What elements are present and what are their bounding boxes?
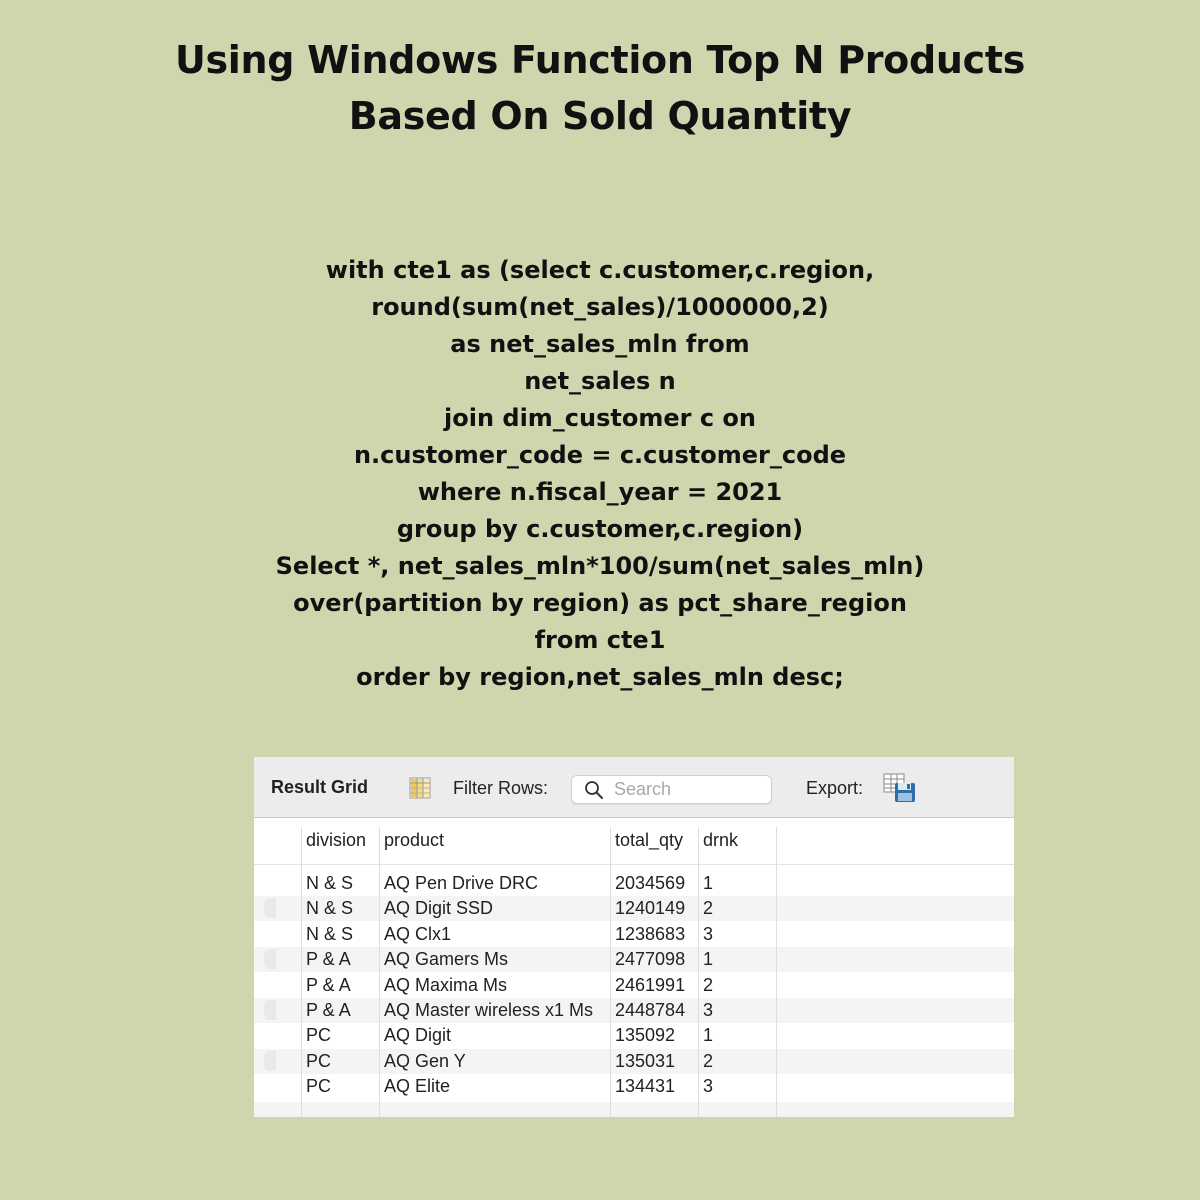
result-grid-toolbar: Result Grid Filter Rows: Search Export: (254, 757, 1014, 818)
sql-line: where n.fiscal_year = 2021 (417, 478, 783, 506)
cell-product[interactable]: AQ Pen Drive DRC (384, 873, 538, 894)
column-divider (776, 827, 777, 1117)
cell-product[interactable]: AQ Digit (384, 1025, 451, 1046)
cell-product[interactable]: AQ Master wireless x1 Ms (384, 1000, 593, 1021)
cell-division[interactable]: PC (306, 1025, 331, 1046)
cell-division[interactable]: N & S (306, 898, 353, 919)
cell-division[interactable]: PC (306, 1051, 331, 1072)
title-line-1: Using Windows Function Top N Products (174, 38, 1026, 82)
cell-product[interactable]: AQ Gen Y (384, 1051, 466, 1072)
cell-product[interactable]: AQ Gamers Ms (384, 949, 508, 970)
grid-columns-icon[interactable] (409, 777, 431, 799)
cell-product[interactable]: AQ Elite (384, 1076, 450, 1097)
column-divider (301, 827, 302, 1117)
column-header-division[interactable]: division (306, 830, 366, 851)
page-title: Using Windows Function Top N Products Ba… (0, 32, 1200, 144)
sql-line: group by c.customer,c.region) (396, 515, 804, 543)
search-icon (584, 780, 604, 800)
cell-drnk[interactable]: 2 (703, 898, 713, 919)
cell-product[interactable]: AQ Maxima Ms (384, 975, 507, 996)
cell-drnk[interactable]: 1 (703, 949, 713, 970)
cell-drnk[interactable]: 1 (703, 1025, 713, 1046)
cell-total-qty[interactable]: 135092 (615, 1025, 675, 1046)
cell-drnk[interactable]: 1 (703, 873, 713, 894)
cell-total-qty[interactable]: 2477098 (615, 949, 685, 970)
cell-division[interactable]: N & S (306, 873, 353, 894)
cell-drnk[interactable]: 3 (703, 1076, 713, 1097)
row-selector-handle[interactable] (264, 1050, 276, 1071)
table-row[interactable]: P & A AQ Maxima Ms 2461991 2 (254, 973, 1014, 998)
filter-rows-label: Filter Rows: (453, 778, 549, 798)
title-line-2: Based On Sold Quantity (348, 94, 852, 138)
sql-line: as net_sales_mln from (450, 330, 750, 358)
sql-line: round(sum(net_sales)/1000000,2) (371, 293, 829, 321)
sql-line: Select *, net_sales_mln*100/sum(net_sale… (275, 552, 925, 580)
column-divider (610, 827, 611, 1117)
export-save-icon[interactable] (883, 773, 917, 803)
table-row[interactable]: N & S AQ Digit SSD 1240149 2 (254, 896, 1014, 922)
search-input[interactable] (614, 779, 764, 799)
column-divider (698, 827, 699, 1117)
table-row[interactable]: P & A AQ Gamers Ms 2477098 1 (254, 947, 1014, 973)
sql-line: net_sales n (524, 367, 676, 395)
table-row[interactable]: PC AQ Elite 134431 3 (254, 1074, 1014, 1099)
cell-drnk[interactable]: 3 (703, 924, 713, 945)
table-row[interactable]: P & A AQ Master wireless x1 Ms 2448784 3 (254, 998, 1014, 1023)
cell-total-qty[interactable]: 134431 (615, 1076, 675, 1097)
column-divider (379, 827, 380, 1117)
sql-line: from cte1 (534, 626, 666, 654)
table-row[interactable]: N & S AQ Pen Drive DRC 2034569 1 (254, 871, 1014, 896)
cell-drnk[interactable]: 2 (703, 1051, 713, 1072)
sql-line: join dim_customer c on (444, 404, 756, 432)
cell-drnk[interactable]: 3 (703, 1000, 713, 1021)
cell-total-qty[interactable]: 1238683 (615, 924, 685, 945)
cell-product[interactable]: AQ Digit SSD (384, 898, 493, 919)
table-header: division product total_qty drnk (254, 818, 1014, 865)
cell-division[interactable]: N & S (306, 924, 353, 945)
table-row[interactable]: PC AQ Digit 135092 1 (254, 1023, 1014, 1048)
cell-total-qty[interactable]: 2461991 (615, 975, 685, 996)
filter-search-box[interactable] (571, 775, 772, 804)
column-header-drnk[interactable]: drnk (703, 830, 738, 851)
row-selector-handle[interactable] (264, 1000, 276, 1020)
sql-line: n.customer_code = c.customer_code (353, 441, 847, 469)
cell-total-qty[interactable]: 2448784 (615, 1000, 685, 1021)
column-header-total-qty[interactable]: total_qty (615, 830, 683, 851)
sql-query: with cte1 as (select c.customer,c.region… (0, 252, 1200, 696)
result-grid-panel: Result Grid Filter Rows: Search Export: … (254, 757, 1014, 1117)
cell-total-qty[interactable]: 2034569 (615, 873, 685, 894)
cell-drnk[interactable]: 2 (703, 975, 713, 996)
sql-line: over(partition by region) as pct_share_r… (293, 589, 907, 617)
table-row[interactable]: PC AQ Gen Y 135031 2 (254, 1048, 1014, 1074)
cell-total-qty[interactable]: 135031 (615, 1051, 675, 1072)
column-header-product[interactable]: product (384, 830, 444, 851)
row-selector-handle[interactable] (264, 949, 276, 970)
cell-division[interactable]: PC (306, 1076, 331, 1097)
sql-line: with cte1 as (select c.customer,c.region… (325, 256, 875, 284)
cell-division[interactable]: P & A (306, 1000, 351, 1021)
row-selector-handle[interactable] (264, 898, 276, 919)
cell-total-qty[interactable]: 1240149 (615, 898, 685, 919)
table-row[interactable]: N & S AQ Clx1 1238683 3 (254, 922, 1014, 947)
grid-footer (254, 1102, 1014, 1117)
cell-product[interactable]: AQ Clx1 (384, 924, 451, 945)
export-label: Export: (806, 778, 864, 798)
cell-division[interactable]: P & A (306, 949, 351, 970)
cell-division[interactable]: P & A (306, 975, 351, 996)
sql-line: order by region,net_sales_mln desc; (356, 663, 844, 691)
result-grid-tab[interactable]: Result Grid (271, 777, 368, 798)
